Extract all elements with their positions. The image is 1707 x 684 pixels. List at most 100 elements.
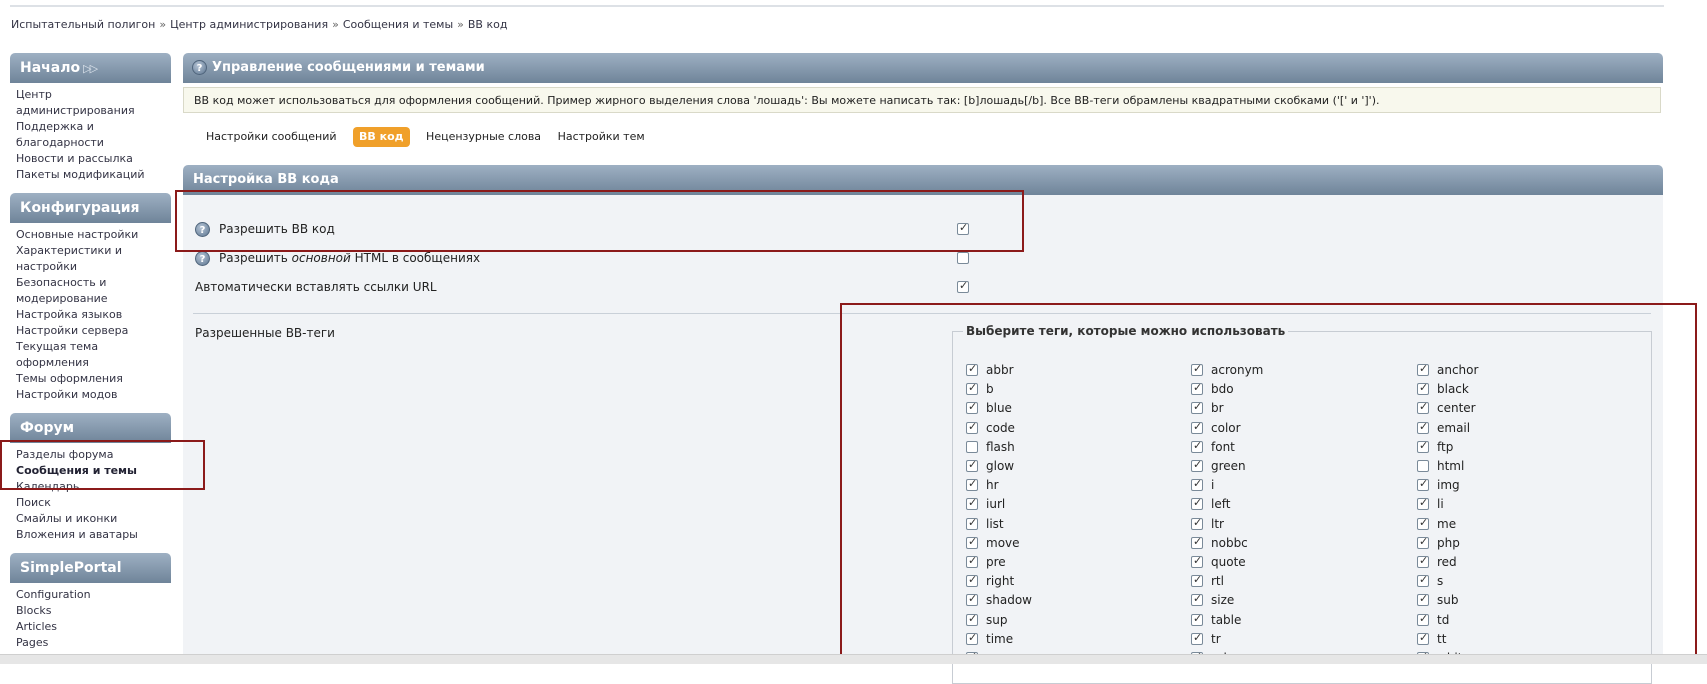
sidebar-item-security[interactable]: Безопасность и модерирование (16, 275, 171, 307)
breadcrumb-admin[interactable]: Центр администрирования (170, 18, 328, 31)
sidebar-item-current-theme[interactable]: Текущая тема оформления (16, 339, 171, 371)
tag-checkbox[interactable] (1191, 592, 1203, 607)
sidebar-item-support[interactable]: Поддержка и благодарности (16, 119, 171, 151)
tag-label: red (1437, 555, 1457, 569)
sidebar-section-home[interactable]: Начало ▷▷ (10, 53, 171, 83)
sidebar-item-configuration[interactable]: Configuration (16, 587, 171, 603)
tag-checkbox[interactable] (966, 496, 978, 511)
sidebar-section-simpleportal[interactable]: SimplePortal (10, 553, 171, 583)
tag-checkbox[interactable] (1191, 458, 1203, 472)
breadcrumb-current[interactable]: BB код (468, 18, 508, 31)
tab-post-settings[interactable]: Настройки сообщений (206, 127, 337, 147)
tag-checkbox[interactable] (1417, 631, 1429, 645)
sidebar-item-packages[interactable]: Пакеты модификаций (16, 167, 171, 183)
tag-checkbox[interactable] (966, 420, 978, 434)
tag-checkbox[interactable] (1417, 516, 1429, 530)
breadcrumb-posts[interactable]: Сообщения и темы (343, 18, 453, 31)
sidebar-item-posts-topics[interactable]: Сообщения и темы (16, 463, 171, 479)
tag-checkbox[interactable] (1417, 477, 1429, 492)
tag-checkbox[interactable] (1191, 381, 1203, 396)
tag-checkbox[interactable] (966, 535, 978, 549)
sidebar-item-attachments[interactable]: Вложения и аватары (16, 527, 171, 543)
tag-label: email (1437, 420, 1471, 435)
tag-checkbox[interactable] (1191, 612, 1203, 626)
sidebar-item-basic-settings[interactable]: Основные настройки (16, 227, 171, 243)
tag-checkbox[interactable] (966, 440, 978, 453)
sidebar-section-config[interactable]: Конфигурация (10, 193, 171, 223)
help-icon[interactable]: ? (192, 60, 207, 75)
tag-checkbox[interactable] (1191, 420, 1203, 434)
tag-checkbox[interactable] (1417, 554, 1429, 568)
tag-checkbox[interactable] (966, 592, 978, 607)
tag-checkbox[interactable] (1417, 612, 1429, 626)
help-icon[interactable]: ? (195, 222, 210, 237)
tag-checkbox[interactable] (966, 631, 978, 645)
tag-checkbox[interactable] (966, 612, 978, 626)
tag-checkbox[interactable] (1191, 516, 1203, 530)
sidebar-section-forum[interactable]: Форум (10, 413, 171, 443)
sidebar-item-blocks[interactable]: Blocks (16, 603, 171, 619)
tag-checkbox[interactable] (1191, 573, 1203, 588)
sidebar-item-languages[interactable]: Настройка языков (16, 307, 171, 323)
sidebar-item-pages[interactable]: Pages (16, 635, 171, 651)
tab-censored-words[interactable]: Нецензурные слова (426, 127, 541, 147)
enable-html-checkbox[interactable] (957, 252, 969, 264)
tag-checkbox[interactable] (1191, 439, 1203, 453)
tag-checkbox[interactable] (966, 400, 978, 415)
tag-label: glow (986, 459, 1015, 473)
tag-checkbox[interactable] (1417, 573, 1429, 588)
tag-checkbox[interactable] (1417, 460, 1429, 472)
tag-checkbox[interactable] (966, 516, 978, 530)
tag-checkbox[interactable] (1417, 400, 1429, 415)
tab-bbc[interactable]: BB код (353, 127, 410, 147)
tag-label: blue (986, 401, 1012, 416)
tag-label: sub (1437, 593, 1459, 608)
sidebar-item-boards[interactable]: Разделы форума (16, 447, 171, 463)
sidebar-item-themes[interactable]: Темы оформления (16, 371, 171, 387)
tag-checkbox[interactable] (1417, 496, 1429, 511)
tag-checkbox[interactable] (1417, 535, 1429, 549)
tag-checkbox[interactable] (1417, 362, 1429, 376)
breadcrumb-home[interactable]: Испытательный полигон (11, 18, 155, 31)
tag-checkbox[interactable] (966, 362, 978, 376)
tag-label: acronym (1211, 363, 1264, 377)
tag-checkbox[interactable] (1417, 420, 1429, 434)
tag-checkbox[interactable] (966, 554, 978, 568)
tag-checkbox[interactable] (1417, 381, 1429, 396)
sidebar-item-calendar[interactable]: Календарь (16, 479, 171, 495)
tag-checkbox[interactable] (966, 381, 978, 396)
tag-checkbox[interactable] (966, 477, 978, 492)
tag-checkbox[interactable] (1191, 535, 1203, 549)
tag-label: img (1437, 478, 1460, 493)
tag-label: rtl (1211, 574, 1224, 589)
tag-checkbox[interactable] (966, 573, 978, 588)
sidebar-item-articles[interactable]: Articles (16, 619, 171, 635)
setting-label-pre: Разрешить (219, 251, 292, 265)
sidebar-item-smileys[interactable]: Смайлы и иконки (16, 511, 171, 527)
tag-checkbox[interactable] (1191, 496, 1203, 511)
enable-bbc-checkbox[interactable] (957, 221, 969, 235)
tag-checkbox[interactable] (966, 458, 978, 472)
breadcrumb: Испытательный полигон » Центр администриро… (11, 18, 507, 31)
autolink-checkbox[interactable] (957, 279, 969, 293)
sidebar-item-admin-center[interactable]: Центр администрирования (16, 87, 171, 119)
help-icon[interactable]: ? (195, 251, 210, 266)
tags-legend: Выберите теги, которые можно использоват… (966, 324, 1286, 338)
tab-topic-settings[interactable]: Настройки тем (558, 127, 645, 147)
tag-label: td (1437, 612, 1450, 627)
tag-checkbox[interactable] (1191, 631, 1203, 645)
tag-checkbox[interactable] (1191, 400, 1203, 415)
sidebar-item-features[interactable]: Характеристики и настройки (16, 243, 171, 275)
sidebar-item-server[interactable]: Настройки сервера (16, 323, 171, 339)
tag-checkbox[interactable] (1191, 554, 1203, 568)
tag-checkbox[interactable] (1417, 439, 1429, 453)
tag-checkbox[interactable] (1417, 592, 1429, 607)
sidebar-item-mod-settings[interactable]: Настройки модов (16, 387, 171, 403)
tag-checkbox[interactable] (1191, 477, 1203, 492)
sidebar-item-search[interactable]: Поиск (16, 495, 171, 511)
expand-arrows-icon[interactable]: ▷▷ (83, 62, 98, 75)
sidebar-item-news[interactable]: Новости и рассылка (16, 151, 171, 167)
breadcrumb-separator: » (332, 18, 339, 31)
setting-enable-bbc: ? Разрешить BB код (195, 222, 335, 237)
tag-checkbox[interactable] (1191, 362, 1203, 376)
